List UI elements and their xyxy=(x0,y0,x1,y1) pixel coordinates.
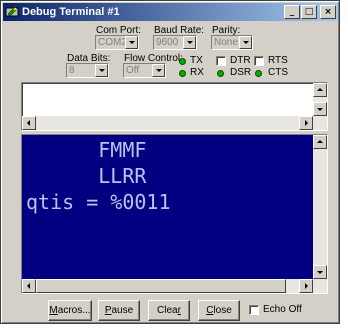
pause-label-post: ause xyxy=(111,305,134,316)
echo-off-label: Echo Off xyxy=(263,304,302,315)
rx-led-icon xyxy=(179,70,186,77)
clear-label-key: r xyxy=(177,305,181,316)
close-window-button[interactable]: × xyxy=(320,5,336,19)
scroll-down-icon[interactable] xyxy=(313,265,327,279)
macros-label-key: M xyxy=(49,305,58,316)
scroll-up-icon[interactable] xyxy=(313,83,327,97)
chevron-down-icon[interactable] xyxy=(95,64,108,77)
receive-terminal-pane[interactable]: FMMF LLRR qtis = %0011 xyxy=(21,134,328,294)
scroll-right-icon[interactable] xyxy=(299,116,313,130)
terminal-line: qtis = %0011 xyxy=(26,190,171,214)
close-label-post: lose xyxy=(213,305,232,316)
clear-label-pre: Clea xyxy=(157,305,178,316)
transmit-input-pane[interactable] xyxy=(21,82,328,131)
macros-button[interactable]: Macros... xyxy=(48,300,92,321)
pause-button[interactable]: Pause xyxy=(98,300,140,321)
baud-rate-value: 9600 xyxy=(156,37,179,48)
flow-control-select[interactable]: Off xyxy=(123,63,166,78)
chevron-down-icon[interactable] xyxy=(183,36,196,49)
data-bits-value: 8 xyxy=(69,65,75,76)
scroll-up-icon[interactable] xyxy=(313,135,327,149)
title-bar[interactable]: Debug Terminal #1 _ □ × xyxy=(3,3,338,21)
rts-checkbox[interactable] xyxy=(254,56,264,66)
cts-label: CTS xyxy=(268,67,288,78)
dtr-label: DTR xyxy=(230,55,251,66)
macros-label-post: acros... xyxy=(57,305,91,316)
data-bits-select[interactable]: 8 xyxy=(66,63,109,78)
dsr-led-icon xyxy=(217,70,224,77)
window-title: Debug Terminal #1 xyxy=(22,6,120,18)
terminal-line: LLRR xyxy=(26,164,147,188)
tx-label: TX xyxy=(190,55,203,66)
horizontal-scroll-thumb[interactable] xyxy=(36,279,286,293)
scroll-left-icon[interactable] xyxy=(22,279,36,293)
tx-led-icon xyxy=(179,58,186,65)
chevron-down-icon[interactable] xyxy=(239,36,252,49)
transmit-horizontal-scrollbar[interactable] xyxy=(22,116,327,130)
transmit-vertical-scrollbar[interactable] xyxy=(313,83,327,116)
baud-rate-select[interactable]: 9600 xyxy=(153,35,197,50)
terminal-output: FMMF LLRR qtis = %0011 xyxy=(22,135,314,280)
minimize-button[interactable]: _ xyxy=(284,5,300,19)
parity-value: None xyxy=(214,37,238,48)
dtr-checkbox[interactable] xyxy=(216,56,226,66)
terminal-app-icon xyxy=(5,7,19,17)
echo-off-checkbox[interactable] xyxy=(249,305,259,315)
cts-led-icon xyxy=(255,70,262,77)
com-port-select[interactable]: COM2 xyxy=(95,35,139,50)
scroll-down-icon[interactable] xyxy=(313,102,327,116)
com-port-value: COM2 xyxy=(98,37,125,48)
scroll-right-icon[interactable] xyxy=(299,279,313,293)
rts-label: RTS xyxy=(268,55,288,66)
chevron-down-icon[interactable] xyxy=(152,64,165,77)
rx-label: RX xyxy=(190,67,204,78)
chevron-down-icon[interactable] xyxy=(125,36,138,49)
clear-button[interactable]: Clear xyxy=(148,300,190,321)
close-button[interactable]: Close xyxy=(198,300,240,321)
receive-horizontal-scrollbar[interactable] xyxy=(22,279,327,293)
maximize-button[interactable]: □ xyxy=(301,5,317,19)
flow-control-value: Off xyxy=(126,65,140,76)
scroll-left-icon[interactable] xyxy=(22,116,36,130)
dsr-label: DSR xyxy=(230,67,252,78)
terminal-line: FMMF xyxy=(26,138,147,162)
parity-select[interactable]: None xyxy=(211,35,253,50)
debug-terminal-window: Debug Terminal #1 _ □ × Com Port: COM2 B… xyxy=(0,0,340,324)
receive-vertical-scrollbar[interactable] xyxy=(313,135,327,279)
